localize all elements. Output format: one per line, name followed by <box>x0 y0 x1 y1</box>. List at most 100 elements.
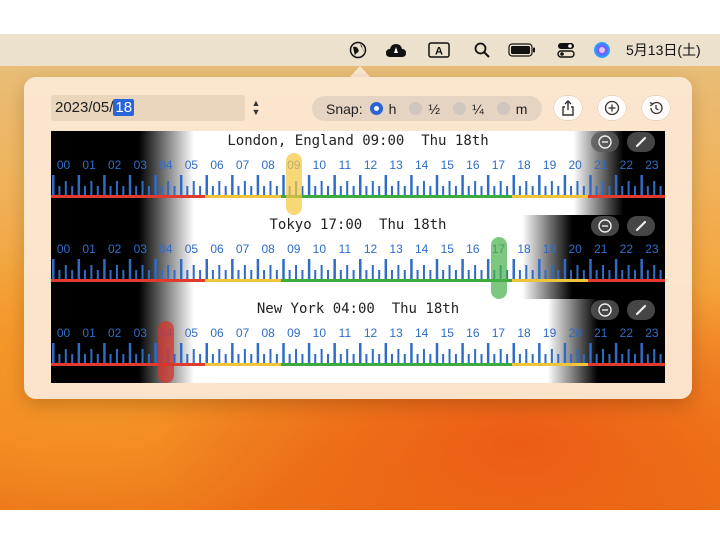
tick-mark <box>288 354 291 363</box>
snap-label: Snap: <box>326 100 363 117</box>
siri-icon[interactable] <box>590 34 614 66</box>
tick-mark <box>442 354 445 363</box>
tick-mark <box>384 259 388 279</box>
snap-option-hour[interactable]: h <box>389 101 397 117</box>
tick-mark <box>384 343 388 363</box>
hour-label: 09 <box>287 326 301 340</box>
tick-mark <box>263 354 266 363</box>
tick-mark <box>614 259 618 279</box>
tick-mark <box>250 270 253 279</box>
tick-mark <box>52 259 55 279</box>
tick-mark <box>167 265 170 279</box>
tick-mark <box>653 181 656 195</box>
tick-mark <box>173 270 176 279</box>
tick-mark <box>58 186 61 195</box>
hour-label: 11 <box>338 326 352 340</box>
remove-timezone-button[interactable] <box>591 300 619 320</box>
tick-mark <box>160 270 163 279</box>
timeline-row[interactable]: New York 04:00 Thu 18th00010203040506070… <box>51 299 665 383</box>
current-time-marker[interactable] <box>490 237 507 299</box>
cloud-icon[interactable] <box>384 34 408 66</box>
tick-mark <box>135 186 138 195</box>
battery-icon[interactable] <box>506 34 538 66</box>
tick-mark <box>256 343 260 363</box>
hour-label: 19 <box>542 326 557 340</box>
tick-mark <box>307 175 311 195</box>
snap-option-half[interactable]: ½ <box>428 101 440 117</box>
hour-label: 13 <box>389 158 403 172</box>
hour-label: 18 <box>517 326 531 340</box>
tick-mark <box>627 265 630 279</box>
date-stepper[interactable]: ▲ ▼ <box>249 97 263 119</box>
pencil-icon <box>635 136 647 148</box>
hour-label: 20 <box>568 158 582 172</box>
tick-mark <box>83 354 86 363</box>
tick-mark <box>493 354 496 363</box>
tick-mark <box>333 175 336 195</box>
tick-mark <box>416 354 419 363</box>
tick-mark <box>205 259 208 279</box>
snap-radio-quarter[interactable] <box>453 102 467 115</box>
tick-mark <box>397 265 400 279</box>
snap-radio-half[interactable] <box>409 102 423 115</box>
input-a-icon[interactable]: A <box>426 34 452 66</box>
tick-mark <box>141 349 144 363</box>
remove-timezone-button[interactable] <box>591 132 619 152</box>
edit-timezone-button[interactable] <box>627 216 655 236</box>
tick-mark <box>448 265 451 279</box>
edit-timezone-button[interactable] <box>627 300 655 320</box>
snap-option-minute[interactable]: m <box>516 101 528 117</box>
control-center-icon[interactable] <box>554 34 578 66</box>
hour-label: 09 <box>287 242 301 256</box>
hour-label: 22 <box>619 158 633 172</box>
tick-mark <box>589 259 592 279</box>
snap-radio-minute[interactable] <box>496 102 510 115</box>
share-button[interactable] <box>554 96 582 120</box>
add-timezone-button[interactable] <box>598 96 626 120</box>
timeline-row[interactable]: Tokyo 17:00 Thu 18th 00 01 02 03 04 05 06 07 08 09… <box>51 215 665 299</box>
hour-label: 22 <box>619 242 633 256</box>
hour-label: 22 <box>619 326 633 340</box>
tick-mark <box>109 186 112 195</box>
menubar-clock[interactable]: 5月13日(土) <box>626 34 720 66</box>
date-day-selected[interactable]: 18 <box>113 99 135 116</box>
hour-label: 05 <box>184 158 199 172</box>
edit-timezone-button[interactable] <box>627 132 655 152</box>
tick-mark <box>224 270 227 279</box>
current-time-marker[interactable] <box>286 153 303 215</box>
history-button[interactable] <box>642 96 670 120</box>
current-time-marker[interactable] <box>158 321 175 383</box>
timeline-title: New York 04:00 Thu 18th <box>256 301 460 317</box>
hour-label: 01 <box>82 158 96 172</box>
tick-mark <box>608 270 611 279</box>
daytime-band-segment <box>588 279 665 282</box>
tick-mark <box>499 349 502 363</box>
tick-mark <box>154 175 157 195</box>
tick-mark <box>602 349 605 363</box>
tick-mark <box>390 354 393 363</box>
tick-mark <box>339 354 342 363</box>
timeline-row[interactable]: London, England 09:00 Thu 18th 00 01 02 03 04… <box>51 131 665 215</box>
date-input[interactable]: 2023/05/18 <box>51 95 245 121</box>
tick-mark <box>557 270 560 279</box>
tick-mark <box>96 186 99 195</box>
hour-label: 01 <box>82 326 96 340</box>
tick-mark <box>269 265 272 279</box>
tick-mark <box>179 343 183 363</box>
snap-option-quarter[interactable]: ¼ <box>472 101 484 117</box>
search-icon[interactable] <box>470 34 494 66</box>
tick-mark <box>205 343 208 363</box>
globe-icon[interactable] <box>346 34 370 66</box>
share-icon <box>562 100 574 116</box>
stepper-down-icon[interactable]: ▼ <box>252 108 261 117</box>
remove-timezone-button[interactable] <box>591 216 619 236</box>
tick-mark <box>186 270 189 279</box>
snap-radio-hour[interactable] <box>369 102 383 115</box>
tick-mark <box>659 270 662 279</box>
tick-mark <box>128 175 132 195</box>
tick-mark <box>365 186 368 195</box>
tick-mark <box>141 265 144 279</box>
tick-mark <box>359 343 362 363</box>
tick-mark <box>231 259 234 279</box>
tick-mark <box>339 270 342 279</box>
